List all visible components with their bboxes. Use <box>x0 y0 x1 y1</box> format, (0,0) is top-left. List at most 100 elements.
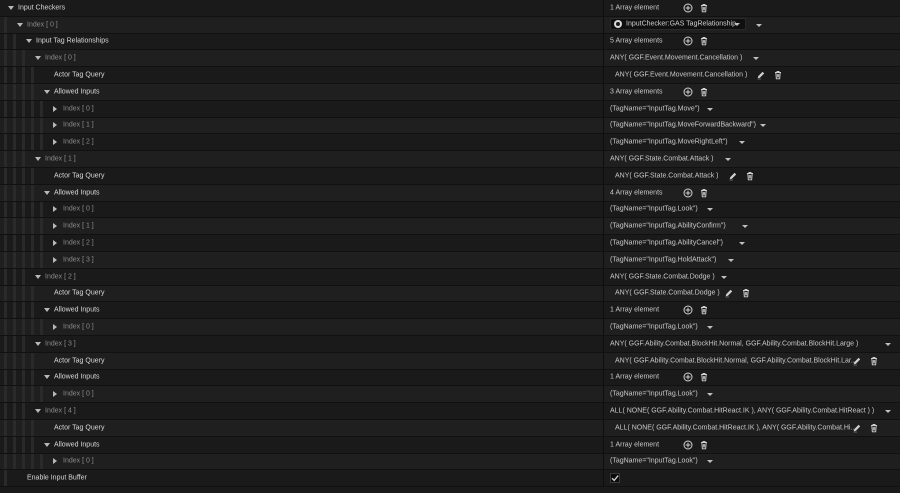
delete-all-icon[interactable] <box>699 36 709 46</box>
chevron-down-icon[interactable] <box>885 342 891 346</box>
property-value[interactable]: (TagName="InputTag.MoveRightLeft") <box>610 139 728 146</box>
chevron-down-icon[interactable] <box>724 158 731 162</box>
delete-all-icon[interactable] <box>699 3 709 13</box>
expanded-arrow-icon[interactable] <box>35 409 41 414</box>
rel-4-input-0-row[interactable]: Index [ 0 ] (TagName="InputTag.Look") <box>0 453 900 471</box>
rel-3-input-0-row[interactable]: Index [ 0 ] (TagName="InputTag.Look") <box>0 386 900 404</box>
expanded-arrow-icon[interactable] <box>44 190 50 195</box>
rel-0-allowed-inputs-row[interactable]: Allowed Inputs 3 Array elements <box>0 84 900 101</box>
add-element-icon[interactable] <box>683 372 693 382</box>
clear-icon[interactable] <box>745 171 755 181</box>
clear-icon[interactable] <box>741 288 751 298</box>
rel-1-input-0-row[interactable]: Index [ 0 ] (TagName="InputTag.Look") <box>0 201 900 219</box>
collapsed-arrow-icon[interactable] <box>53 324 57 331</box>
chevron-down-icon[interactable] <box>760 124 766 128</box>
rel-1-input-3-row[interactable]: Index [ 3 ] (TagName="InputTag.HoldAttack… <box>0 252 900 269</box>
property-value[interactable]: ANY( GGF.Ability.Combat.BlockHit.Normal,… <box>610 340 858 347</box>
input-checkers-row[interactable]: Input Checkers 1 Array element <box>0 0 900 17</box>
expanded-arrow-icon[interactable] <box>44 89 50 94</box>
expanded-arrow-icon[interactable] <box>44 375 50 380</box>
class-picker-combo[interactable]: InputChecker:GAS TagRelationship <box>610 17 746 30</box>
expanded-arrow-icon[interactable] <box>35 341 41 346</box>
property-value[interactable]: (TagName="InputTag.MoveForwardBackward") <box>610 122 756 129</box>
edit-icon[interactable] <box>852 423 862 433</box>
property-value[interactable]: ANY( GGF.State.Combat.Attack ) <box>610 156 713 163</box>
add-element-icon[interactable] <box>683 3 693 13</box>
chevron-down-icon[interactable] <box>720 275 727 279</box>
collapsed-arrow-icon[interactable] <box>53 223 57 230</box>
clear-icon[interactable] <box>869 356 879 366</box>
expanded-arrow-icon[interactable] <box>17 22 23 27</box>
edit-icon[interactable] <box>724 288 734 298</box>
rel-0-input-0-row[interactable]: Index [ 0 ] (TagName="InputTag.Move") <box>0 100 900 118</box>
property-value[interactable]: ALL( NONE( GGF.Ability.Combat.HitReact.I… <box>610 408 874 415</box>
rel-1-row[interactable]: Index [ 1 ] ANY( GGF.State.Combat.Attack … <box>0 151 900 168</box>
rel-4-row[interactable]: Index [ 4 ] ALL( NONE( GGF.Ability.Combat… <box>0 403 900 420</box>
add-element-icon[interactable] <box>683 87 693 97</box>
rel-4-actor-tag-query-row[interactable]: Actor Tag Query ALL( NONE( GGF.Ability.Co… <box>0 420 900 437</box>
add-element-icon[interactable] <box>683 36 693 46</box>
property-value[interactable]: ANY( GGF.Event.Movement.Cancellation ) <box>610 55 742 62</box>
expanded-arrow-icon[interactable] <box>35 157 41 162</box>
rel-0-row[interactable]: Index [ 0 ] ANY( GGF.Event.Movement.Cance… <box>0 50 900 68</box>
edit-icon[interactable] <box>852 356 862 366</box>
collapsed-arrow-icon[interactable] <box>53 458 57 465</box>
expanded-arrow-icon[interactable] <box>26 39 32 44</box>
property-value[interactable]: (TagName="InputTag.Look") <box>610 206 698 213</box>
rel-3-row[interactable]: Index [ 3 ] ANY( GGF.Ability.Combat.Block… <box>0 336 900 353</box>
collapsed-arrow-icon[interactable] <box>53 206 57 213</box>
edit-icon[interactable] <box>756 70 766 80</box>
expanded-arrow-icon[interactable] <box>44 308 50 313</box>
property-value[interactable]: (TagName="InputTag.HoldAttack") <box>610 256 716 263</box>
delete-all-icon[interactable] <box>699 372 709 382</box>
add-element-icon[interactable] <box>683 305 693 315</box>
property-value[interactable]: (TagName="InputTag.AbilityCancel") <box>610 240 723 247</box>
clear-icon[interactable] <box>869 423 879 433</box>
property-value[interactable]: (TagName="InputTag.Look") <box>610 391 698 398</box>
rel-0-actor-tag-query-row[interactable]: Actor Tag Query ANY( GGF.Event.Movement.C… <box>0 67 900 84</box>
delete-all-icon[interactable] <box>699 305 709 315</box>
delete-all-icon[interactable] <box>699 188 709 198</box>
edit-icon[interactable] <box>728 171 738 181</box>
expanded-arrow-icon[interactable] <box>35 274 41 279</box>
collapsed-arrow-icon[interactable] <box>53 240 57 247</box>
rel-2-actor-tag-query-row[interactable]: Actor Tag Query ANY( GGF.State.Combat.Dod… <box>0 285 900 303</box>
add-element-icon[interactable] <box>683 188 693 198</box>
property-value[interactable]: ANY( GGF.State.Combat.Dodge ) <box>610 273 715 280</box>
rel-2-allowed-inputs-row[interactable]: Allowed Inputs 1 Array element <box>0 302 900 320</box>
rel-3-actor-tag-query-row[interactable]: Actor Tag Query ANY( GGF.Ability.Combat.B… <box>0 352 900 370</box>
chevron-down-icon[interactable] <box>752 57 759 61</box>
rel-1-allowed-inputs-row[interactable]: Allowed Inputs 4 Array elements <box>0 184 900 202</box>
rel-2-input-0-row[interactable]: Index [ 0 ] (TagName="InputTag.Look") <box>0 319 900 336</box>
collapsed-arrow-icon[interactable] <box>53 105 57 112</box>
delete-all-icon[interactable] <box>699 87 709 97</box>
collapsed-arrow-icon[interactable] <box>53 122 57 129</box>
chevron-down-icon[interactable] <box>706 460 713 464</box>
rel-4-allowed-inputs-row[interactable]: Allowed Inputs 1 Array element <box>0 436 900 454</box>
chevron-down-icon[interactable] <box>738 242 745 246</box>
options-chevron-icon[interactable] <box>756 23 762 27</box>
rel-2-row[interactable]: Index [ 2 ] ANY( GGF.State.Combat.Dodge ) <box>0 268 900 286</box>
expanded-arrow-icon[interactable] <box>8 5 14 10</box>
collapsed-arrow-icon[interactable] <box>53 139 57 146</box>
expanded-arrow-icon[interactable] <box>35 56 41 61</box>
rel-1-actor-tag-query-row[interactable]: Actor Tag Query ANY( GGF.State.Combat.Att… <box>0 168 900 185</box>
rel-0-input-2-row[interactable]: Index [ 2 ] (TagName="InputTag.MoveRightL… <box>0 134 900 152</box>
chevron-down-icon[interactable] <box>706 326 713 330</box>
chevron-down-icon[interactable] <box>728 258 735 262</box>
collapsed-arrow-icon[interactable] <box>53 256 57 263</box>
chevron-down-icon[interactable] <box>738 141 745 145</box>
chevron-down-icon[interactable] <box>742 225 749 229</box>
chevron-down-icon[interactable] <box>706 107 713 111</box>
collapsed-arrow-icon[interactable] <box>53 391 57 398</box>
rel-0-input-1-row[interactable]: Index [ 1 ] (TagName="InputTag.MoveForwar… <box>0 117 900 135</box>
chevron-down-icon[interactable] <box>706 393 713 397</box>
enable-input-buffer-row[interactable]: Enable Input Buffer <box>0 470 900 488</box>
rel-3-allowed-inputs-row[interactable]: Allowed Inputs 1 Array element <box>0 369 900 387</box>
expanded-arrow-icon[interactable] <box>44 442 50 447</box>
chevron-down-icon[interactable] <box>885 410 891 414</box>
chevron-down-icon[interactable] <box>706 208 713 212</box>
delete-all-icon[interactable] <box>699 440 709 450</box>
rel-1-input-1-row[interactable]: Index [ 1 ] (TagName="InputTag.AbilityCon… <box>0 218 900 236</box>
property-value[interactable]: (TagName="InputTag.AbilityConfirm") <box>610 223 726 230</box>
